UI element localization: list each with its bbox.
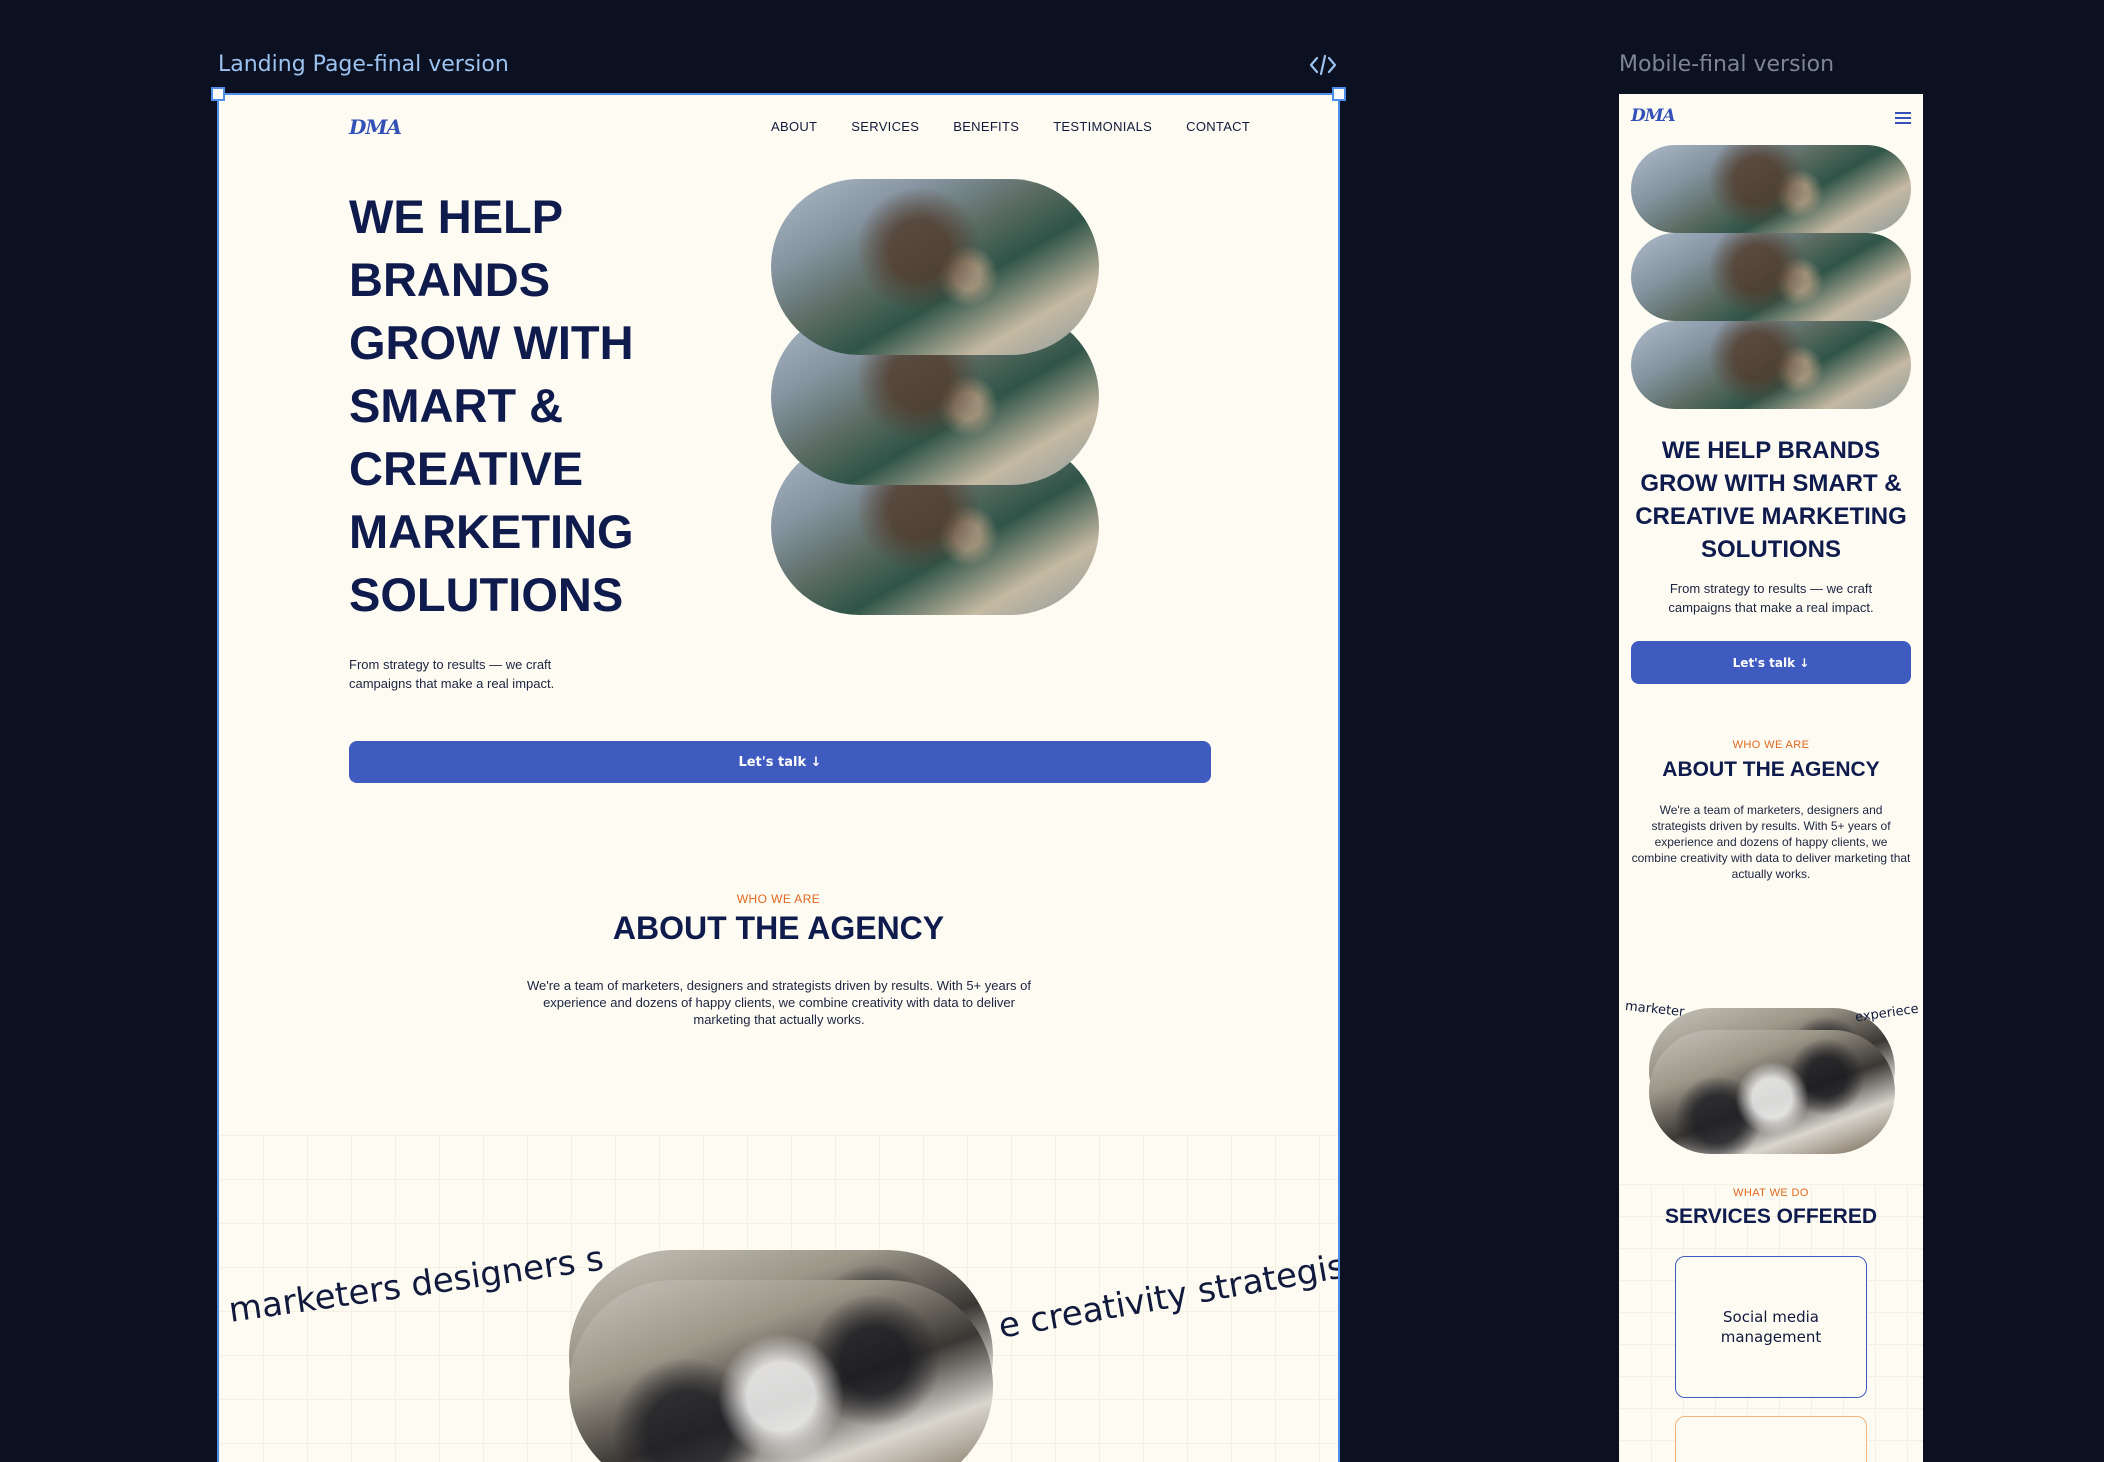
- nav-item-testimonials[interactable]: TESTIMONIALS: [1053, 119, 1152, 134]
- hero-image-part: [1631, 233, 1911, 321]
- selection-handle-right[interactable]: [1332, 87, 1346, 101]
- about-title: ABOUT THE AGENCY: [1662, 758, 1880, 781]
- hero-title: WE HELP BRANDS GROW WITH SMART & CREATIV…: [349, 190, 634, 621]
- hero-image-part: [1631, 321, 1911, 409]
- nav-item-about[interactable]: ABOUT: [771, 119, 817, 134]
- mobile-frame-label[interactable]: Mobile-final version: [1619, 52, 1834, 77]
- service-card-social-media[interactable]: Social media management: [1675, 1256, 1867, 1398]
- mobile-frame[interactable]: DMA WE HELP BRANDS GROW WITH SMART & CRE…: [1619, 94, 1923, 1462]
- services-title: SERVICES OFFERED: [1665, 1205, 1877, 1228]
- about-body: We're a team of marketers, designers and…: [526, 978, 1032, 1027]
- about-eyebrow: WHO WE ARE: [1732, 739, 1810, 751]
- service-card[interactable]: [1675, 1416, 1867, 1462]
- brand-logo[interactable]: DMA: [1631, 106, 1676, 126]
- nav-item-services[interactable]: SERVICES: [851, 119, 919, 134]
- hamburger-menu-icon[interactable]: [1895, 112, 1911, 124]
- about-eyebrow: WHO WE ARE: [736, 892, 821, 906]
- hero-subtitle: From strategy to results — we craft camp…: [1668, 581, 1874, 615]
- main-nav: ABOUT SERVICES BENEFITS TESTIMONIALS CON…: [771, 119, 1250, 134]
- team-image: [1649, 1030, 1895, 1154]
- services-eyebrow: WHAT WE DO: [1733, 1187, 1809, 1199]
- hero-image: [771, 179, 1099, 355]
- curved-text-left: marketer: [1624, 998, 1686, 1021]
- desktop-frame[interactable]: DMA ABOUT SERVICES BENEFITS TESTIMONIALS…: [217, 93, 1340, 1462]
- hero-subtitle: From strategy to results — we craft camp…: [349, 657, 555, 691]
- nav-item-benefits[interactable]: BENEFITS: [953, 119, 1019, 134]
- nav-item-contact[interactable]: CONTACT: [1186, 119, 1250, 134]
- team-image: [569, 1280, 993, 1462]
- code-brackets-icon[interactable]: [1308, 52, 1338, 78]
- lets-talk-button[interactable]: Let's talk ↓: [1631, 641, 1911, 684]
- desktop-frame-label[interactable]: Landing Page-final version: [218, 52, 509, 77]
- selection-handle-left[interactable]: [211, 87, 225, 101]
- about-body: We're a team of marketers, designers and…: [1631, 803, 1911, 881]
- brand-logo[interactable]: DMA: [349, 115, 402, 139]
- lets-talk-button[interactable]: Let's talk ↓: [349, 741, 1211, 783]
- hero-title: WE HELP BRANDS GROW WITH SMART & CREATIV…: [1635, 437, 1907, 563]
- about-title: ABOUT THE AGENCY: [612, 910, 945, 946]
- hero-image: [1631, 145, 1911, 233]
